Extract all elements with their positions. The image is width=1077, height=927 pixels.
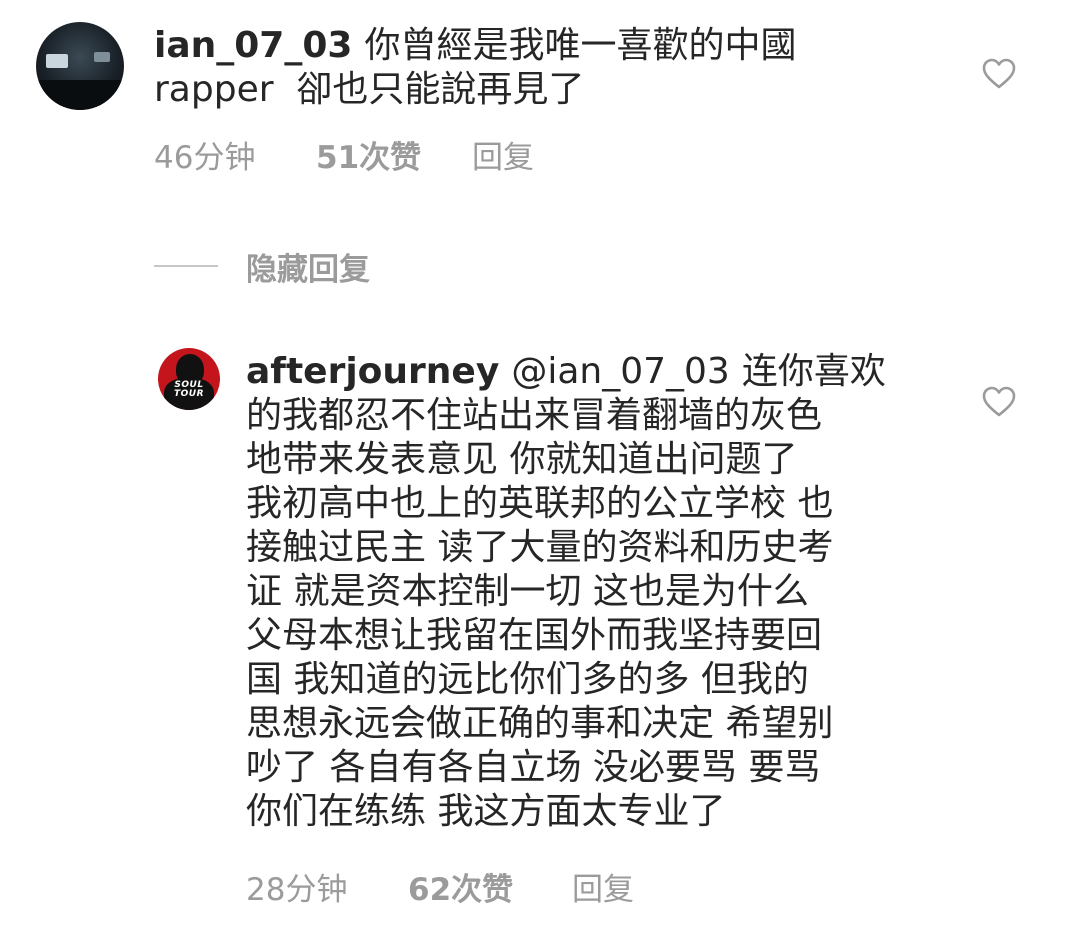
comment-username[interactable]: afterjourney: [246, 351, 499, 392]
comment-line: 地带来发表意见 你就知道出问题了: [246, 439, 798, 480]
comment-meta: 46分钟 51次赞 回复: [154, 140, 534, 176]
comment-text: ian_07_03 你曾經是我唯一喜歡的中國 rapper 卻也只能說再見了: [154, 24, 874, 112]
hide-replies-toggle[interactable]: 隐藏回复: [154, 246, 370, 288]
comment-line: 我初高中也上的英联邦的公立学校 也: [246, 483, 834, 524]
avatar[interactable]: [36, 22, 124, 110]
comment-line: 接触过民主 读了大量的资料和历史考: [246, 527, 834, 568]
avatar[interactable]: SOUL TOUR: [158, 348, 220, 410]
comment-line: 的我都忍不住站出来冒着翻墙的灰色: [246, 395, 823, 436]
avatar-image-detail: [36, 80, 124, 110]
comment-line: 你们在练练 我这方面太专业了: [246, 791, 726, 832]
heart-icon[interactable]: [982, 386, 1016, 418]
comment-line: 吵了 各自有各自立场 没必要骂 要骂: [246, 747, 821, 788]
comment-username[interactable]: ian_07_03: [154, 25, 352, 66]
comment-line: 父母本想让我留在国外而我坚持要回: [246, 615, 823, 656]
comment-line: rapper 卻也只能說再見了: [154, 69, 585, 110]
comment-time: 28分钟: [246, 872, 348, 908]
avatar-logo-text: TOUR: [173, 389, 205, 399]
comment-line: 你曾經是我唯一喜歡的中國: [364, 25, 797, 66]
comment-text: afterjourney @ian_07_03 连你喜欢 的我都忍不住站出来冒着翻墙…: [246, 350, 926, 834]
likes-count[interactable]: 62次赞: [408, 872, 572, 908]
avatar-image-detail: [94, 52, 110, 62]
comment-meta: 28分钟 62次赞 回复: [246, 872, 634, 908]
comment-line: 证 就是资本控制一切 这也是为什么: [246, 571, 809, 612]
reply-button[interactable]: 回复: [472, 140, 534, 176]
likes-count[interactable]: 51次赞: [316, 140, 472, 176]
hide-replies-label: 隐藏回复: [246, 251, 370, 288]
comment-line: 思想永远会做正确的事和决定 希望别: [246, 703, 834, 744]
comment-time: 46分钟: [154, 140, 256, 176]
mention-link[interactable]: @ian_07_03: [511, 351, 730, 392]
comment-line: 国 我知道的远比你们多的多 但我的: [246, 659, 809, 700]
divider-line: [154, 265, 218, 267]
heart-icon[interactable]: [982, 58, 1016, 90]
reply-button[interactable]: 回复: [572, 872, 634, 908]
comment-line: 连你喜欢: [741, 351, 886, 392]
avatar-image-detail: [46, 54, 68, 68]
